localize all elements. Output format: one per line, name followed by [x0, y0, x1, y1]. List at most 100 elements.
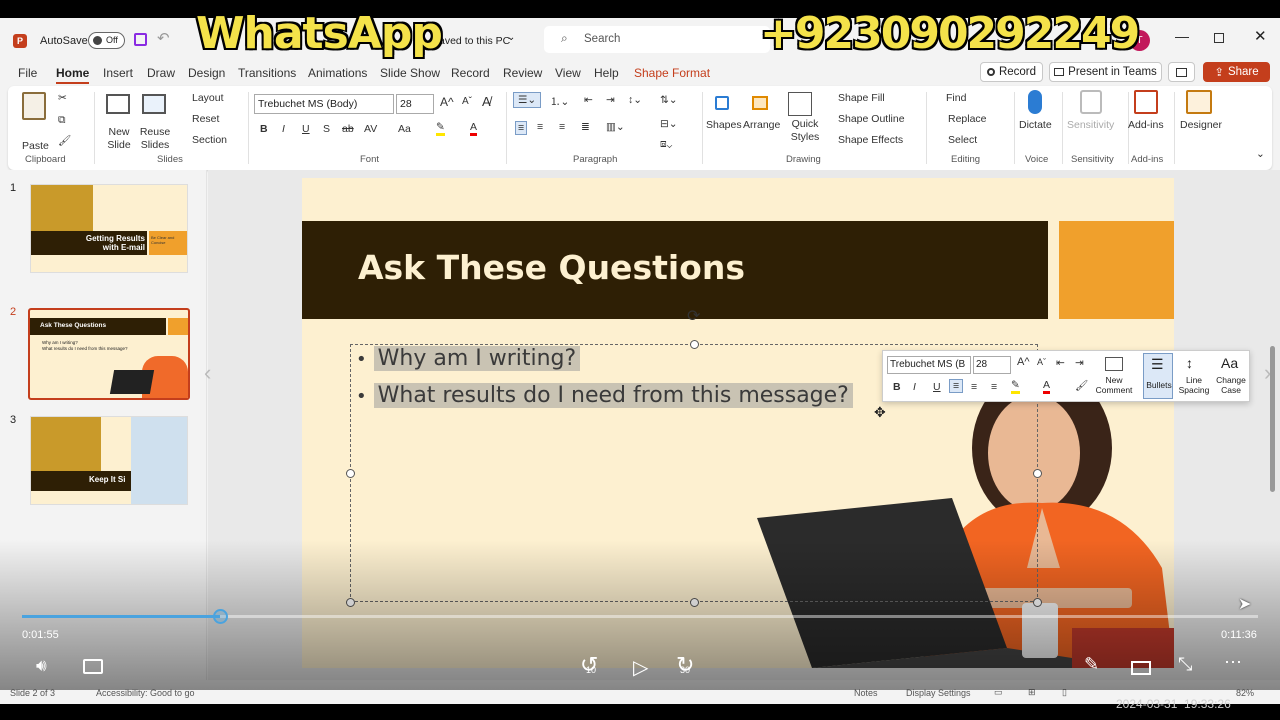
collapse-ribbon-icon[interactable]: ⌄ [1256, 148, 1265, 160]
italic-icon[interactable]: I [282, 123, 285, 135]
tab-transitions[interactable]: Transitions [238, 66, 296, 80]
mini-underline-icon[interactable]: U [933, 381, 941, 393]
shapes-icon[interactable] [710, 92, 734, 114]
bullet-1[interactable]: • Why am I writing? [356, 346, 581, 371]
bullet-2[interactable]: • What results do I need from this messa… [356, 383, 853, 408]
shadow-icon[interactable]: S [323, 123, 330, 135]
section-button[interactable]: Section [192, 134, 227, 146]
comments-button[interactable] [1168, 62, 1195, 82]
autosave-toggle[interactable]: Off [88, 32, 125, 49]
align-right-icon[interactable]: ≡ [559, 121, 565, 133]
save-icon[interactable] [134, 33, 147, 46]
paste-button[interactable]: Paste [22, 140, 49, 152]
underline-icon[interactable]: U [302, 123, 310, 135]
replace-button[interactable]: Replace [948, 113, 987, 125]
find-button[interactable]: Find [946, 92, 966, 104]
minimize-icon[interactable]: — [1175, 28, 1189, 44]
font-name-select[interactable]: Trebuchet MS (Body) [254, 94, 394, 114]
mini-font-color-icon[interactable]: A [1043, 379, 1051, 394]
format-painter-icon[interactable]: 🖌 [58, 134, 71, 147]
align-left-icon[interactable]: ≡ [515, 121, 528, 135]
miniplayer-icon[interactable] [1131, 661, 1151, 675]
char-spacing-icon[interactable]: AV [364, 123, 377, 135]
tab-design[interactable]: Design [188, 66, 225, 80]
select-button[interactable]: Select [948, 134, 977, 146]
forward-30-button[interactable]: ↻ 30 [676, 652, 702, 682]
shrink-font-icon[interactable]: Aˇ [462, 96, 472, 107]
quick-styles-button[interactable]: Quick Styles [788, 118, 822, 144]
justify-icon[interactable]: ≣ [581, 121, 590, 133]
tab-insert[interactable]: Insert [103, 66, 133, 80]
align-text-icon[interactable]: ⊟⌄ [660, 118, 678, 130]
present-in-teams-button[interactable]: Present in Teams [1049, 62, 1162, 82]
chevron-left-icon[interactable]: ‹ [204, 360, 211, 386]
mini-font-select[interactable]: Trebuchet MS (B [887, 356, 971, 374]
mini-highlight-icon[interactable]: ✎ [1011, 379, 1020, 394]
add-ins-icon[interactable] [1134, 90, 1158, 114]
columns-icon[interactable]: ▥⌄ [606, 121, 625, 133]
add-ins-button[interactable]: Add-ins [1128, 119, 1164, 131]
cut-icon[interactable]: ✂ [58, 92, 67, 104]
shapes-button[interactable]: Shapes [706, 119, 742, 131]
save-status[interactable]: Saved to this PC [432, 35, 510, 47]
mini-grow-font-icon[interactable]: A^ [1017, 356, 1030, 368]
font-size-select[interactable]: 28 [396, 94, 434, 114]
line-spacing-icon[interactable]: ↕⌄ [628, 94, 642, 106]
numbering-icon[interactable]: ⒈⌄ [550, 94, 569, 109]
tab-record[interactable]: Record [451, 66, 490, 80]
more-options-icon[interactable]: ⋯ [1224, 652, 1242, 673]
mini-bullets-button[interactable]: ☰ Bullets [1143, 353, 1173, 399]
tab-shape-format[interactable]: Shape Format [634, 66, 710, 80]
tab-file[interactable]: File [18, 66, 37, 80]
mini-shrink-font-icon[interactable]: Aˇ [1037, 357, 1046, 367]
microphone-icon[interactable] [1028, 90, 1042, 114]
search-box[interactable]: ⌕ Search [544, 26, 770, 53]
mini-decrease-indent-icon[interactable]: ⇤ [1056, 357, 1065, 369]
change-case-icon[interactable]: Aa [398, 123, 411, 135]
designer-icon[interactable] [1186, 90, 1212, 114]
mini-align-left-icon[interactable]: ≡ [949, 379, 964, 393]
video-progress-knob[interactable] [213, 609, 228, 624]
designer-button[interactable]: Designer [1180, 119, 1222, 131]
vertical-scrollbar[interactable] [1270, 346, 1275, 492]
slide-thumbnail-3[interactable]: Keep It Si [30, 416, 188, 505]
clear-formatting-icon[interactable]: A̸ [482, 94, 491, 109]
tab-slide-show[interactable]: Slide Show [380, 66, 440, 80]
undo-icon[interactable]: ↶ [157, 29, 170, 47]
pen-icon[interactable]: ✎ [1084, 654, 1099, 675]
text-direction-icon[interactable]: ⇅⌄ [660, 94, 678, 106]
mini-bold-icon[interactable]: B [893, 381, 901, 393]
smartart-icon[interactable]: ⧈⌄ [660, 138, 672, 151]
tab-draw[interactable]: Draw [147, 66, 175, 80]
fullscreen-icon[interactable]: ⤡ [1178, 654, 1192, 675]
align-center-icon[interactable]: ≡ [537, 121, 543, 133]
increase-indent-icon[interactable]: ⇥ [606, 94, 615, 106]
decrease-indent-icon[interactable]: ⇤ [584, 94, 593, 106]
shape-effects-button[interactable]: Shape Effects [838, 134, 903, 146]
slide-title[interactable]: Ask These Questions [358, 248, 745, 287]
volume-icon[interactable]: 🔊︎ [36, 656, 47, 676]
record-button[interactable]: Record [980, 62, 1043, 82]
share-button[interactable]: ⇪ Share [1203, 62, 1270, 82]
paste-icon[interactable] [22, 92, 46, 120]
strikethrough-icon[interactable]: ab [342, 123, 354, 135]
rewind-10-button[interactable]: ↺ 10 [580, 652, 606, 682]
mini-format-painter-icon[interactable]: 🖌 [1075, 379, 1088, 392]
layout-button[interactable]: Layout [192, 92, 224, 104]
reuse-slides-icon[interactable] [142, 94, 166, 114]
highlight-icon[interactable]: ✎ [436, 121, 445, 136]
resize-handle[interactable] [346, 469, 355, 478]
close-icon[interactable]: ✕ [1254, 27, 1267, 45]
bold-icon[interactable]: B [260, 123, 268, 135]
mini-increase-indent-icon[interactable]: ⇥ [1075, 357, 1084, 369]
slide-thumbnail-1[interactable]: Getting Results with E-mail Be Clear and… [30, 184, 188, 273]
tab-review[interactable]: Review [503, 66, 542, 80]
copy-icon[interactable]: ⧉ [58, 114, 66, 127]
mini-change-case-button[interactable]: Aa Change Case [1213, 353, 1249, 399]
grow-font-icon[interactable]: A^ [440, 95, 454, 109]
tab-help[interactable]: Help [594, 66, 619, 80]
mini-align-right-icon[interactable]: ≡ [991, 381, 997, 393]
resize-handle[interactable] [690, 340, 699, 349]
new-slide-icon[interactable] [106, 94, 130, 114]
tab-home[interactable]: Home [56, 66, 90, 84]
